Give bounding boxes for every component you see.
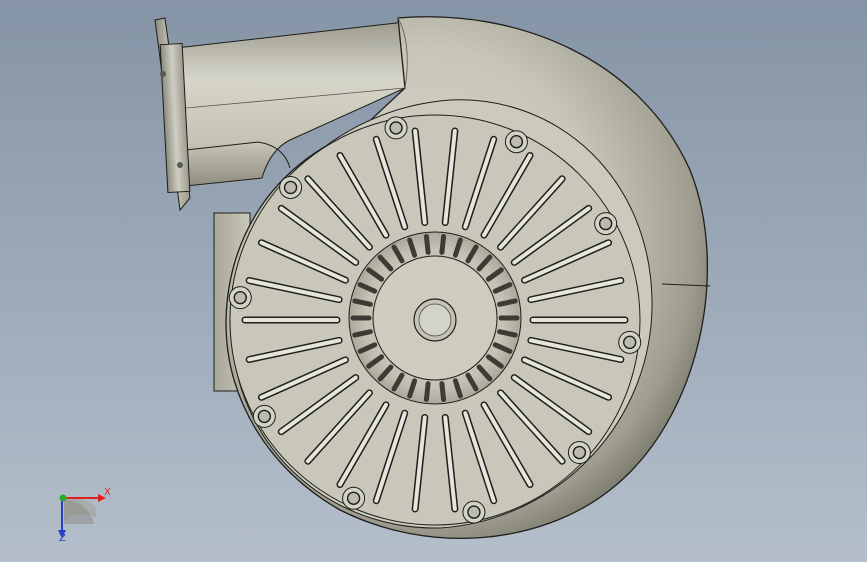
bolt-hole-bore — [346, 491, 361, 505]
blower-model[interactable] — [0, 0, 867, 562]
bolt-hole-bore — [598, 216, 613, 231]
bolt-hole-bore — [623, 335, 637, 350]
bolt-hole-bore — [233, 290, 247, 305]
hub-hole — [352, 298, 373, 307]
hub-hole — [423, 233, 431, 255]
hub-hole — [497, 298, 518, 307]
shaft-inner — [418, 303, 452, 337]
axis-triad[interactable]: X Z — [40, 478, 120, 558]
y-axis-dot — [59, 494, 67, 502]
hub-hole — [439, 233, 447, 255]
bolt-hole-bore — [509, 135, 524, 149]
flange-bolt-bottom — [177, 162, 183, 168]
bolt-hole-bore — [389, 121, 403, 135]
cad-viewport[interactable]: X Z — [0, 0, 867, 562]
bolt-hole-bore — [283, 180, 298, 195]
z-axis-label: Z — [59, 533, 66, 544]
hub-hole — [352, 329, 373, 338]
x-axis-label: X — [104, 487, 111, 498]
bolt-hole-bore — [257, 409, 272, 424]
hub-hole — [439, 381, 447, 403]
bolt-hole-bore — [467, 505, 481, 519]
bolt-hole-bore — [572, 445, 587, 460]
hub-hole — [423, 381, 431, 403]
flange-bolt-top — [160, 71, 166, 77]
hub-hole — [497, 329, 518, 338]
